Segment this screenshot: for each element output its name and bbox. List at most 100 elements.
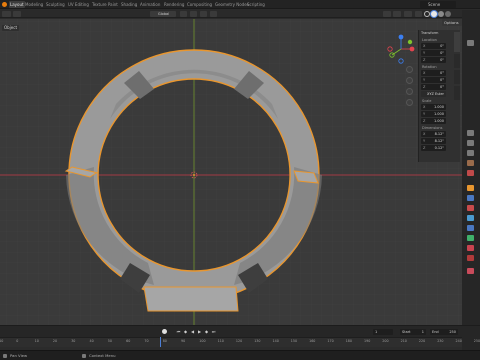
ruler-tick-label: 250 <box>473 339 480 343</box>
ruler-tick-label: 90 <box>181 339 186 343</box>
scene-properties-icon[interactable] <box>467 160 474 166</box>
view-menu-button[interactable] <box>13 11 21 17</box>
ruler-tick-label: 150 <box>290 339 298 343</box>
end-frame-field[interactable]: End 250 <box>430 329 458 335</box>
pivot-point-button[interactable] <box>180 11 187 17</box>
ruler-tick-label: 190 <box>364 339 371 343</box>
wireframe-shading-icon[interactable] <box>424 11 430 17</box>
mode-selector[interactable]: Object <box>2 25 20 31</box>
frame-ruler[interactable]: -10 0 10 20 30 40 50 60 70 80 90 100 110 120 130 140 150… <box>0 337 480 347</box>
tab-compositing[interactable]: Compositing <box>186 1 213 8</box>
dimensions-x-field[interactable]: X 8.12" <box>421 131 446 137</box>
end-value: 250 <box>449 330 456 334</box>
location-x-field[interactable]: X 0" <box>421 43 446 49</box>
current-frame-field[interactable]: 1 <box>373 329 393 335</box>
orientation-dropdown[interactable]: Global <box>150 11 176 17</box>
workspace-topbar: Layout Modeling Sculpting UV Editing Tex… <box>0 0 480 9</box>
visibility-button[interactable] <box>383 11 391 17</box>
rotation-mode-dropdown[interactable]: XYZ Euler <box>421 91 446 97</box>
scale-y-field[interactable]: Y 1.000 <box>421 111 446 117</box>
solid-shading-icon[interactable] <box>431 11 437 17</box>
dimensions-y-field[interactable]: Y 8.12" <box>421 138 446 144</box>
tab-geometry-nodes[interactable]: Geometry Nodes <box>214 1 250 8</box>
options-button[interactable]: Options <box>442 19 462 26</box>
sidebar-tab-edit[interactable] <box>454 86 460 100</box>
view-layer-properties-icon[interactable] <box>467 150 474 156</box>
zoom-icon[interactable] <box>406 66 413 73</box>
constraints-properties-icon[interactable] <box>467 225 474 231</box>
tool-properties-icon[interactable] <box>467 40 474 46</box>
tab-modeling[interactable]: Modeling <box>24 1 44 8</box>
ruler-tick-label: 120 <box>235 339 243 343</box>
gizmo-neg-z-icon <box>398 58 404 64</box>
output-properties-icon[interactable] <box>467 140 474 146</box>
tab-layout[interactable]: Layout <box>9 1 25 8</box>
ruler-tick-label: 40 <box>89 339 94 343</box>
world-properties-icon[interactable] <box>467 170 474 176</box>
material-properties-icon[interactable] <box>467 245 474 251</box>
tab-shading[interactable]: Shading <box>120 1 138 8</box>
tab-animation[interactable]: Animation <box>139 1 161 8</box>
falloff-button[interactable] <box>210 11 217 17</box>
scale-x-field[interactable]: X 1.000 <box>421 104 446 110</box>
navigation-gizmo[interactable] <box>386 33 416 65</box>
rendered-shading-icon[interactable] <box>445 11 451 17</box>
ruler-tick-label: 170 <box>327 339 334 343</box>
gizmo-neg-x-icon <box>387 46 393 52</box>
overlay-toggle-button[interactable] <box>404 11 412 17</box>
perspective-grid-icon[interactable] <box>406 99 413 106</box>
ruler-tick-label: 0 <box>16 339 19 343</box>
timeline-header: ⏮ ◆ ◀ ▶ ◆ ⏭ 1 Start 1 End 250 <box>0 325 480 337</box>
tab-texture-paint[interactable]: Texture Paint <box>91 1 119 8</box>
keyframe-icon[interactable] <box>162 329 167 334</box>
particles-properties-icon[interactable] <box>467 205 474 211</box>
jump-end-icon[interactable]: ⏭ <box>211 329 216 334</box>
next-keyframe-icon[interactable]: ◆ <box>204 329 209 334</box>
start-frame-field[interactable]: Start 1 <box>400 329 426 335</box>
ruler-tick-label: 10 <box>34 339 39 343</box>
physics-properties-icon[interactable] <box>467 215 474 221</box>
sidebar-tab-tool[interactable] <box>454 54 460 68</box>
extra-properties-icon[interactable] <box>467 268 474 274</box>
tab-uv-editing[interactable]: UV Editing <box>67 1 90 8</box>
editor-type-button[interactable] <box>2 11 11 17</box>
play-reverse-icon[interactable]: ◀ <box>190 329 195 334</box>
scale-z-field[interactable]: Z 1.000 <box>421 118 446 124</box>
texture-properties-icon[interactable] <box>467 255 474 261</box>
scene-selector[interactable]: Scene <box>420 1 456 8</box>
tab-sculpting[interactable]: Sculpting <box>45 1 66 8</box>
rotation-y-field[interactable]: Y 0° <box>421 77 446 83</box>
modifier-properties-icon[interactable] <box>467 195 474 201</box>
3d-viewport[interactable]: Object <box>0 19 462 325</box>
object-properties-icon[interactable] <box>467 185 474 191</box>
rotation-z-field[interactable]: Z 0° <box>421 84 446 90</box>
sidebar-tab-view[interactable] <box>454 70 460 84</box>
rotation-x-field[interactable]: X 0° <box>421 70 446 76</box>
snap-button[interactable] <box>190 11 197 17</box>
sidebar-tab-item[interactable] <box>454 32 460 52</box>
proportional-edit-button[interactable] <box>200 11 207 17</box>
playhead-line[interactable] <box>160 337 161 347</box>
ruler-tick-label: 130 <box>254 339 261 343</box>
ring-tab-bottom <box>143 286 239 312</box>
render-properties-icon[interactable] <box>467 130 474 136</box>
ruler-tick-label: 110 <box>217 339 224 343</box>
camera-view-icon[interactable] <box>406 88 413 95</box>
material-shading-icon[interactable] <box>438 11 444 17</box>
jump-start-icon[interactable]: ⏮ <box>176 329 181 334</box>
dimensions-z-field[interactable]: Z 0.12" <box>421 145 446 151</box>
xray-toggle-button[interactable] <box>415 11 422 17</box>
gizmo-toggle-button[interactable] <box>393 11 401 17</box>
prev-keyframe-icon[interactable]: ◆ <box>183 329 188 334</box>
object-origin-icon <box>193 174 195 176</box>
data-properties-icon[interactable] <box>467 235 474 241</box>
tab-scripting[interactable]: Scripting <box>246 1 266 8</box>
blender-logo-icon[interactable] <box>2 2 7 7</box>
ruler-tick-label: 30 <box>71 339 76 343</box>
ruler-tick-label: 100 <box>199 339 206 343</box>
location-y-field[interactable]: Y 0" <box>421 50 446 56</box>
location-z-field[interactable]: Z 0" <box>421 57 446 63</box>
play-icon[interactable]: ▶ <box>197 329 202 334</box>
tab-rendering[interactable]: Rendering <box>163 1 185 8</box>
pan-hand-icon[interactable] <box>406 77 413 84</box>
